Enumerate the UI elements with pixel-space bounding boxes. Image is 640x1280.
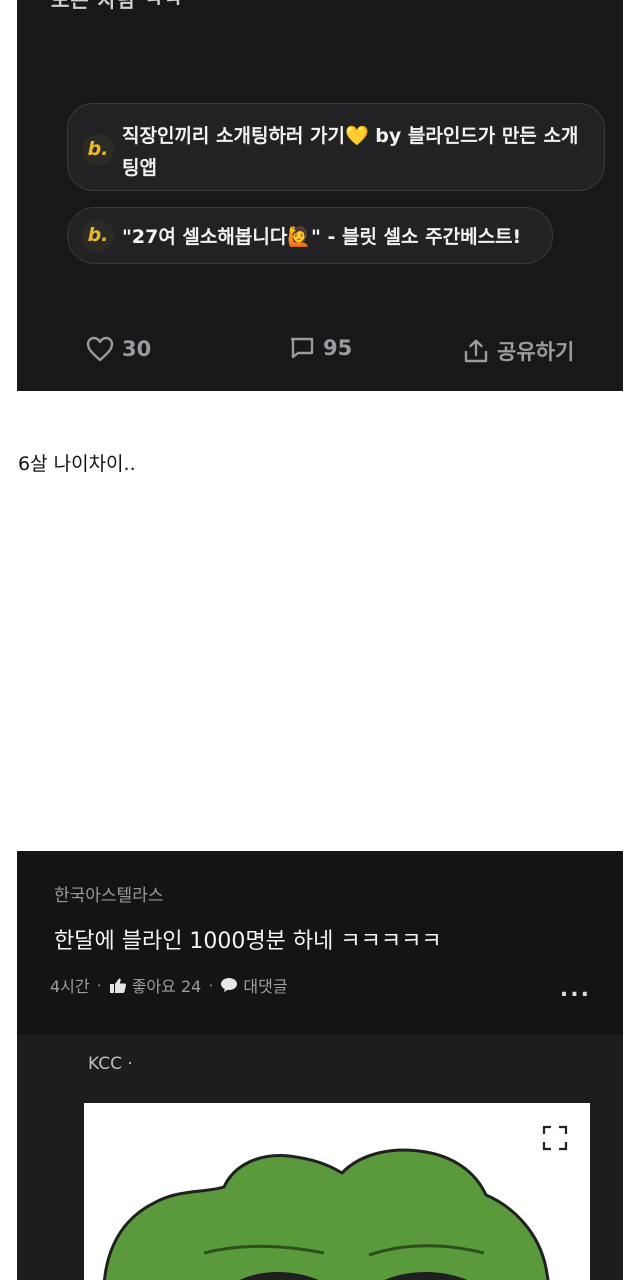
separator-dot: ·: [208, 975, 214, 995]
comment-like-count: 좋아요 24: [131, 977, 202, 996]
comment-like-button[interactable]: 좋아요 24: [109, 973, 202, 997]
heart-icon: [86, 336, 114, 362]
expand-icon[interactable]: [542, 1125, 568, 1151]
comment-time: 4시간: [50, 977, 90, 996]
frog-meme-image: [103, 1148, 550, 1280]
ad-banner-dating[interactable]: b. 직장인끼리 소개팅하러 가기💛 by 블라인드가 만든 소개팅앱: [67, 103, 605, 191]
share-icon: [464, 339, 488, 363]
caption-text: 6살 나이차이..: [18, 453, 136, 475]
reply-author[interactable]: KCC ·: [88, 1054, 133, 1074]
like-button[interactable]: 30: [86, 336, 151, 362]
post-card: 모든 사람 ㅋㅋ b. 직장인끼리 소개팅하러 가기💛 by 블라인드가 만든 …: [17, 0, 623, 391]
separator-dot: ·: [96, 975, 102, 995]
comment-button[interactable]: 95: [289, 336, 352, 360]
reply-button[interactable]: 대댓글: [220, 973, 288, 997]
attached-image[interactable]: [84, 1103, 590, 1280]
comment-text: 한달에 블라인 1000명분 하네 ㅋㅋㅋㅋㅋ: [54, 929, 442, 954]
comment-meta: 4시간 · 좋아요 24 · 대댓글: [50, 973, 288, 997]
thumbs-up-icon: [109, 978, 126, 993]
company-name[interactable]: 한국아스텔라스: [54, 881, 163, 906]
ad-text: "27여 셀소해봅니다🙋" - 블릿 셀소 주간베스트!: [122, 226, 522, 248]
blind-logo-icon: b.: [82, 134, 114, 166]
comment-card: 한국아스텔라스 한달에 블라인 1000명분 하네 ㅋㅋㅋㅋㅋ 4시간 · 좋아…: [17, 851, 623, 1280]
share-button[interactable]: 공유하기: [463, 336, 574, 366]
blind-logo-icon: b.: [82, 220, 114, 252]
like-count: 30: [122, 337, 152, 361]
speech-bubble-icon: [221, 978, 238, 992]
post-body-text-cut: 모든 사람 ㅋㅋ: [51, 0, 184, 12]
comment-icon: [290, 337, 314, 359]
more-options-button[interactable]: ...: [560, 977, 591, 1002]
ad-banner-selfintro[interactable]: b. "27여 셀소해봅니다🙋" - 블릿 셀소 주간베스트!: [67, 207, 553, 264]
share-label: 공유하기: [497, 340, 575, 364]
reply-label: 대댓글: [243, 977, 288, 996]
comment-count: 95: [323, 336, 353, 360]
ad-text: 직장인끼리 소개팅하러 가기💛 by 블라인드가 만든 소개팅앱: [122, 125, 579, 179]
reply-thread: KCC ·: [17, 1034, 623, 1280]
